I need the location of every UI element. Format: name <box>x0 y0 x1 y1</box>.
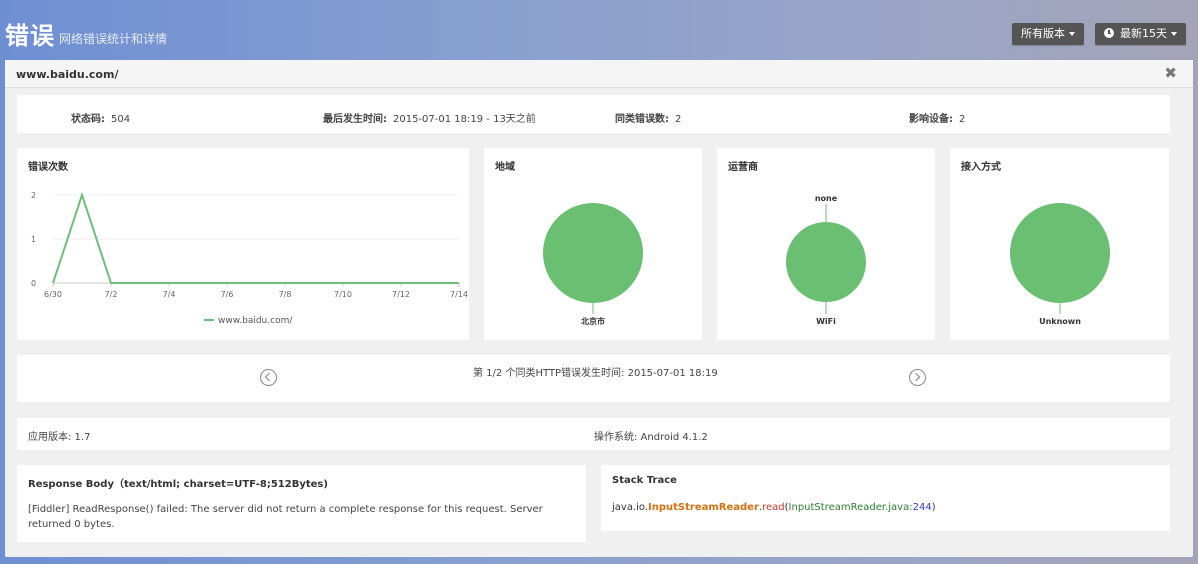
last-time-label: 最后发生时间: <box>323 114 387 125</box>
x-tick-label: 7/2 <box>105 290 118 299</box>
prev-arrow-icon[interactable] <box>260 369 277 386</box>
page-subtitle: 网络错误统计和详情 <box>59 32 168 46</box>
devices-stat: 影响设备: 2 <box>909 107 965 126</box>
access-card: 接入方式 Unknown <box>950 148 1169 340</box>
error-count-card: 错误次数 0 1 2 6/30 7/2 7/4 7/6 7/8 7/10 7/12 7/14 www.… <box>17 148 469 340</box>
x-tick-label: 7/6 <box>221 290 234 299</box>
y-tick-label: 1 <box>31 235 36 244</box>
next-arrow-icon[interactable] <box>909 369 926 386</box>
legend-label: www.baidu.com/ <box>218 316 293 326</box>
access-pie-chart: Unknown <box>1010 203 1110 326</box>
carrier-pie-chart: none WiFi <box>786 194 866 326</box>
occurrence-nav-card: 第 1/2 个同类HTTP错误发生时间: 2015-07-01 18:19 <box>17 355 1170 402</box>
page-header: 错误 网络错误统计和详情 所有版本 最新15天 <box>0 0 1198 60</box>
same-errors-value: 2 <box>675 114 682 125</box>
occurrence-text: 第 1/2 个同类HTTP错误发生时间: 2015-07-01 18:19 <box>473 368 718 379</box>
trace-line-number: 244 <box>912 502 932 513</box>
same-errors-label: 同类错误数: <box>615 114 669 125</box>
x-tick-label: 7/4 <box>163 290 176 299</box>
trace-close-paren: ) <box>931 502 936 513</box>
stack-trace-title: Stack Trace <box>612 475 677 486</box>
last-time-value: 2015-07-01 18:19 - 13天之前 <box>393 114 536 125</box>
status-code-stat: 状态码: 504 <box>71 107 130 126</box>
x-tick-label: 7/10 <box>334 290 352 299</box>
stack-trace-card: Stack Trace java.io.InputStreamReader.re… <box>601 465 1170 531</box>
trace-file: InputStreamReader.java: <box>788 502 913 513</box>
time-range-label: 最新15天 <box>1120 27 1167 40</box>
app-version: 应用版本: 1.7 <box>28 432 91 443</box>
status-code-label: 状态码: <box>71 114 105 125</box>
status-code-value: 504 <box>111 114 131 125</box>
version-dropdown-label: 所有版本 <box>1021 27 1065 40</box>
trace-package: java.io. <box>612 502 649 513</box>
region-pie-chart: 北京市 <box>543 203 643 326</box>
pie-label: none <box>815 194 838 203</box>
info-card: 应用版本: 1.7 操作系统: Android 4.1.2 <box>17 418 1170 450</box>
response-body-card: Response Body（text/html; charset=UTF-8;5… <box>17 465 586 542</box>
clock-icon <box>1104 28 1114 38</box>
stack-trace-line: java.io.InputStreamReader.read(InputStre… <box>612 502 936 513</box>
close-icon[interactable]: ✖ <box>1164 64 1177 82</box>
y-tick-label: 0 <box>31 279 36 288</box>
x-tick-label: 7/8 <box>279 290 292 299</box>
devices-value: 2 <box>959 114 966 125</box>
y-tick-label: 2 <box>31 191 36 200</box>
x-tick-label: 7/12 <box>392 290 410 299</box>
caret-down-icon <box>1069 32 1075 36</box>
pie-slice <box>1010 203 1110 303</box>
carrier-card: 运营商 none WiFi <box>717 148 935 340</box>
os-version: 操作系统: Android 4.1.2 <box>594 432 708 443</box>
error-count-chart: 0 1 2 6/30 7/2 7/4 7/6 7/8 7/10 7/12 7/14 www.baidu… <box>31 191 468 326</box>
version-dropdown-button[interactable]: 所有版本 <box>1012 23 1084 45</box>
panel-header: www.baidu.com/ ✖ <box>5 60 1193 88</box>
error-detail-panel: www.baidu.com/ ✖ 状态码: 504 最后发生时间: 2015-07-… <box>5 60 1193 557</box>
time-range-dropdown-button[interactable]: 最新15天 <box>1095 23 1186 45</box>
last-time-stat: 最后发生时间: 2015-07-01 18:19 - 13天之前 <box>323 107 536 126</box>
pie-label: WiFi <box>816 317 836 326</box>
response-body-title: Response Body（text/html; charset=UTF-8;5… <box>28 479 328 490</box>
pie-label: 北京市 <box>581 316 605 326</box>
pie-slice <box>543 203 643 303</box>
pie-slice <box>786 222 866 302</box>
response-body-text: [Fiddler] ReadResponse() failed: The ser… <box>28 504 543 530</box>
region-card: 地域 北京市 <box>484 148 702 340</box>
x-tick-label: 7/14 <box>450 290 468 299</box>
error-url: www.baidu.com/ <box>16 68 119 81</box>
stats-card: 状态码: 504 最后发生时间: 2015-07-01 18:19 - 13天之前 … <box>17 95 1170 133</box>
trace-class: InputStreamReader <box>648 502 759 513</box>
devices-label: 影响设备: <box>909 114 953 125</box>
trace-method: read <box>762 502 785 513</box>
x-tick-label: 6/30 <box>44 290 62 299</box>
page-title: 错误 <box>5 22 55 50</box>
same-errors-stat: 同类错误数: 2 <box>615 107 681 126</box>
caret-down-icon <box>1171 32 1177 36</box>
pie-label: Unknown <box>1039 317 1081 326</box>
